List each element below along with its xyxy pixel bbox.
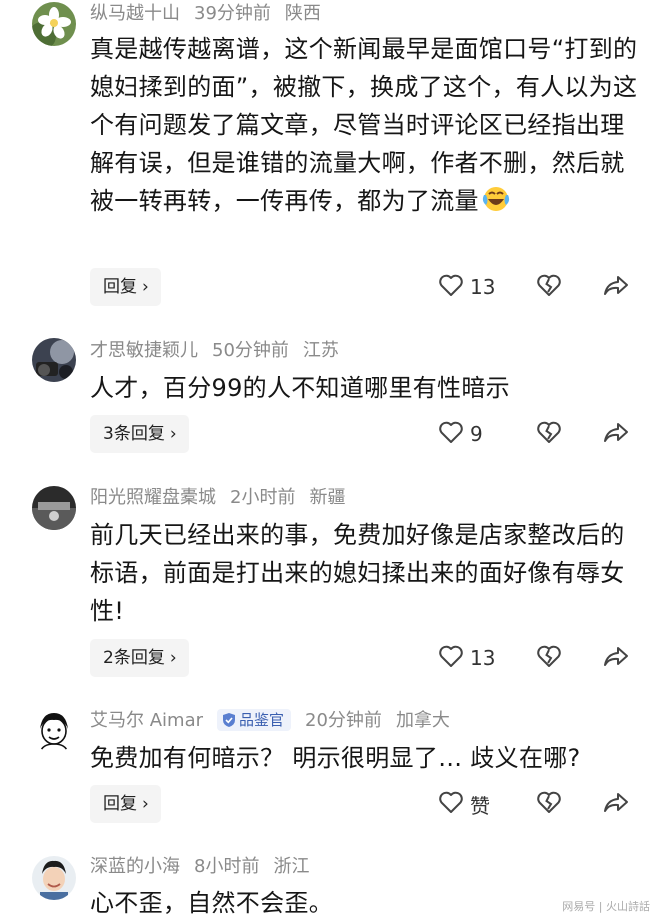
- reply-button[interactable]: 2条回复 ›: [90, 639, 189, 677]
- comment-text: 免费加有何暗示？ 明示很明显了… 歧义在哪?: [90, 744, 581, 772]
- broken-heart-icon: [536, 645, 562, 672]
- location: 浙江: [273, 856, 310, 877]
- like-button[interactable]: 13: [438, 640, 495, 676]
- comment-meta: 艾马尔 Aimar 品鉴官 20分钟前 加拿大: [90, 709, 464, 733]
- share-button[interactable]: [603, 791, 629, 817]
- comment-actions: 13: [438, 640, 638, 676]
- username[interactable]: 阳光照耀盘橐城: [90, 487, 216, 508]
- broken-heart-icon: [536, 274, 562, 301]
- location: 江苏: [302, 340, 339, 361]
- share-button[interactable]: [603, 645, 629, 671]
- like-button[interactable]: 赞: [438, 786, 490, 822]
- location: 陕西: [284, 3, 321, 24]
- avatar[interactable]: [32, 856, 76, 900]
- like-count: 13: [470, 646, 496, 670]
- comment-meta: 深蓝的小海 8小时前 浙江: [90, 855, 323, 879]
- username[interactable]: 纵马越十山: [90, 3, 180, 24]
- like-count: 13: [470, 275, 496, 299]
- chevron-right-icon: ›: [142, 794, 149, 814]
- share-icon: [603, 423, 629, 447]
- chevron-right-icon: ›: [142, 277, 149, 297]
- avatar[interactable]: [32, 486, 76, 530]
- dislike-button[interactable]: [536, 644, 562, 672]
- broken-heart-icon: [536, 791, 562, 818]
- avatar[interactable]: [32, 2, 76, 46]
- location: 新疆: [309, 487, 346, 508]
- comment-meta: 阳光照耀盘橐城 2小时前 新疆: [90, 486, 359, 510]
- timestamp: 8小时前: [194, 856, 260, 877]
- timestamp: 39分钟前: [194, 3, 271, 24]
- heart-icon: [438, 644, 464, 672]
- share-icon: [603, 276, 629, 300]
- share-button[interactable]: [603, 421, 629, 447]
- share-icon: [603, 793, 629, 817]
- comment-meta: 才思敏捷颖儿 50分钟前 江苏: [90, 339, 353, 363]
- dislike-button[interactable]: [536, 420, 562, 448]
- dislike-button[interactable]: [536, 273, 562, 301]
- dislike-button[interactable]: [536, 790, 562, 818]
- comment-text: 人才，百分99的人不知道哪里有性暗示: [90, 374, 510, 402]
- chevron-right-icon: ›: [169, 424, 177, 444]
- reply-button[interactable]: 回复 ›: [90, 268, 161, 306]
- reply-button[interactable]: 3条回复 ›: [90, 415, 189, 453]
- comment-text: 前几天已经出来的事，免费加好像是店家整改后的标语，前面是打出来的媳妇揉出来的面好…: [90, 521, 625, 625]
- comment-actions: 9: [438, 416, 638, 452]
- laugh-cry-emoji: [481, 185, 511, 224]
- comment-actions: 13: [438, 269, 638, 305]
- share-icon: [603, 647, 629, 671]
- like-button[interactable]: 9: [438, 416, 483, 452]
- username[interactable]: 深蓝的小海: [90, 856, 180, 877]
- watermark: 网易号 | 火山詩話: [562, 900, 650, 913]
- heart-icon: [438, 273, 464, 301]
- timestamp: 20分钟前: [305, 710, 382, 731]
- location: 加拿大: [395, 710, 450, 731]
- comment-actions: 赞: [438, 786, 638, 822]
- reply-button[interactable]: 回复 ›: [90, 785, 161, 823]
- like-button[interactable]: 13: [438, 269, 495, 305]
- avatar[interactable]: [32, 709, 76, 753]
- heart-icon: [438, 420, 464, 448]
- chevron-right-icon: ›: [169, 648, 177, 668]
- timestamp: 50分钟前: [212, 340, 289, 361]
- heart-icon: [438, 790, 464, 818]
- share-button[interactable]: [603, 274, 629, 300]
- like-count: 赞: [470, 793, 490, 818]
- username[interactable]: 艾马尔 Aimar: [90, 710, 203, 731]
- like-count: 9: [470, 422, 483, 446]
- comment-meta: 纵马越十山 39分钟前 陕西: [90, 2, 335, 26]
- comment-text: 真是越传越离谱，这个新闻最早是面馆口号“打到的媳妇揉到的面”，被撤下，换成了这个…: [90, 30, 640, 224]
- shield-check-icon: [223, 713, 236, 727]
- reviewer-badge: 品鉴官: [217, 709, 292, 731]
- timestamp: 2小时前: [230, 487, 296, 508]
- avatar[interactable]: [32, 338, 76, 382]
- comment-text: 心不歪，自然不会歪。: [90, 889, 333, 917]
- broken-heart-icon: [536, 421, 562, 448]
- username[interactable]: 才思敏捷颖儿: [90, 340, 198, 361]
